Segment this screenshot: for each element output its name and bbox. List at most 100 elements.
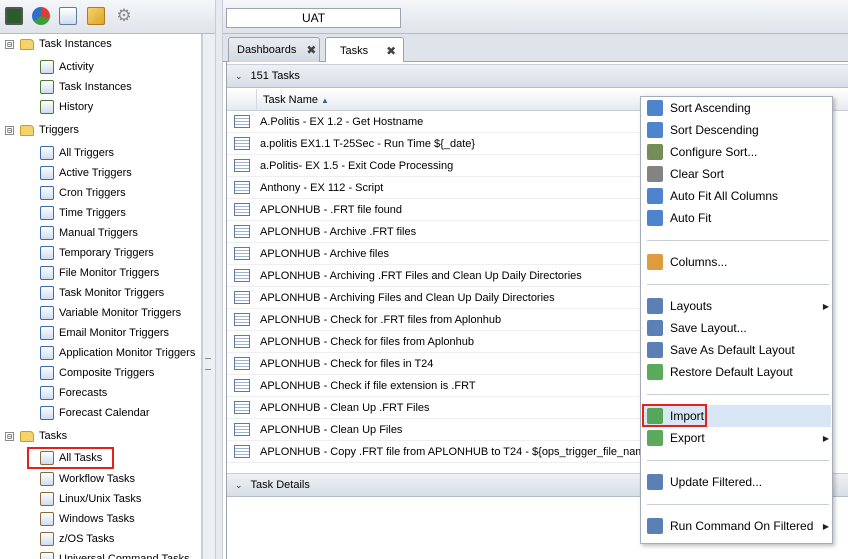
tree-item[interactable]: Activity [40, 57, 94, 77]
tree-item-icon [40, 60, 54, 74]
table-row[interactable]: APLONHUB - Archiving Files and Clean Up … [227, 287, 641, 309]
tree-item[interactable]: Time Triggers [40, 203, 126, 223]
menu-separator [647, 460, 829, 461]
task-name: APLONHUB - Copy .FRT file from APLONHUB … [260, 445, 641, 458]
table-row[interactable]: APLONHUB - Archive files [227, 243, 641, 265]
tree-item-label: Windows Tasks [59, 513, 135, 525]
table-row[interactable]: APLONHUB - Copy .FRT file from APLONHUB … [227, 441, 641, 463]
menu-item-sort-ascending[interactable]: Sort Ascending [643, 97, 831, 119]
collapse-toggle-icon[interactable]: ⊟ [5, 125, 14, 135]
tree-item[interactable]: All Triggers [40, 143, 114, 163]
tree-item[interactable]: Manual Triggers [40, 223, 138, 243]
menu-item-clear-sort[interactable]: Clear Sort [643, 163, 831, 185]
tree-item[interactable]: z/OS Tasks [40, 529, 114, 549]
tree-item-icon [40, 451, 54, 465]
gear-icon[interactable]: ⚙ [115, 7, 133, 25]
table-row[interactable]: APLONHUB - .FRT file found [227, 199, 641, 221]
close-icon[interactable]: ✖ [306, 43, 316, 57]
menu-item-auto-fit[interactable]: Auto Fit [643, 207, 831, 229]
tree-item-icon [40, 146, 54, 160]
table-row[interactable]: a.Politis- EX 1.5 - Exit Code Processing [227, 155, 641, 177]
folder-icon [20, 124, 34, 136]
run-command-icon [647, 518, 663, 534]
tree-group-2[interactable]: ⊟ Tasks [5, 426, 67, 446]
menu-item-save-default-layout[interactable]: Save As Default Layout [643, 339, 831, 361]
tree-item[interactable]: Task Monitor Triggers [40, 283, 164, 303]
tree-item[interactable]: File Monitor Triggers [40, 263, 159, 283]
table-row[interactable]: APLONHUB - Clean Up .FRT Files [227, 397, 641, 419]
menu-item-restore-default-layout[interactable]: Restore Default Layout [643, 361, 831, 383]
table-row[interactable]: APLONHUB - Check if file extension is .F… [227, 375, 641, 397]
menu-item-columns[interactable]: Columns... [643, 251, 831, 273]
table-row[interactable]: APLONHUB - Archiving .FRT Files and Clea… [227, 265, 641, 287]
tree-item[interactable]: Universal Command Tasks [40, 549, 190, 559]
table-row[interactable]: APLONHUB - Check for files in T24 [227, 353, 641, 375]
tree-item[interactable]: Forecast Calendar [40, 403, 150, 423]
tree-scrollbar[interactable] [202, 34, 215, 559]
submenu-arrow-icon: ▶ [822, 521, 829, 531]
list-header[interactable]: ⌄ 151 Tasks [227, 64, 848, 88]
bundle-icon[interactable] [87, 7, 105, 25]
menu-item-sort-descending[interactable]: Sort Descending [643, 119, 831, 141]
report-icon[interactable] [59, 7, 77, 25]
tab-tasks[interactable]: Tasks ✖ [325, 37, 404, 63]
menu-item-configure-sort[interactable]: Configure Sort... [643, 141, 831, 163]
collapse-caret-icon[interactable]: ⌄ [235, 480, 243, 491]
menu-item-update-filtered[interactable]: Update Filtered... [643, 471, 831, 493]
tree-item[interactable]: History [40, 97, 93, 117]
collapse-toggle-icon[interactable]: ⊟ [5, 39, 14, 49]
tree-item[interactable]: Task Instances [40, 77, 132, 97]
tree-item[interactable]: Forecasts [40, 383, 107, 403]
menu-item-run-command[interactable]: Run Command On Filtered ▶ [643, 515, 831, 537]
scrollbar-grip[interactable] [205, 358, 211, 370]
tree-item[interactable]: Workflow Tasks [40, 469, 135, 489]
table-row[interactable]: APLONHUB - Clean Up Files [227, 419, 641, 441]
menu-item-export[interactable]: Export ▶ [643, 427, 831, 449]
tree-item-label: Temporary Triggers [59, 247, 154, 259]
tree-item[interactable]: Temporary Triggers [40, 243, 154, 263]
table-row[interactable]: a.politis EX1.1 T-25Sec - Run Time ${_da… [227, 133, 641, 155]
dashboard-icon[interactable] [5, 7, 23, 25]
tree-item[interactable]: Linux/Unix Tasks [40, 489, 141, 509]
tree-item[interactable]: Composite Triggers [40, 363, 154, 383]
submenu-arrow-icon: ▶ [822, 301, 829, 311]
tree-item[interactable]: Active Triggers [40, 163, 132, 183]
menu-item-label: Sort Ascending [670, 101, 751, 115]
tree-item[interactable]: Windows Tasks [40, 509, 135, 529]
menu-item-label: Export [670, 431, 705, 445]
tree-item[interactable]: Variable Monitor Triggers [40, 303, 181, 323]
collapse-toggle-icon[interactable]: ⊟ [5, 431, 14, 441]
tree-group-1[interactable]: ⊟ Triggers [5, 120, 79, 140]
tree-item-label: All Tasks [59, 452, 103, 464]
tree-item[interactable]: Application Monitor Triggers [40, 343, 195, 363]
layouts-icon [647, 298, 663, 314]
column-title: Task Name [263, 94, 319, 106]
restore-default-layout-icon [647, 364, 663, 380]
columns-icon [647, 254, 663, 270]
auto-fit-all-icon [647, 188, 663, 204]
tree-item-label: Variable Monitor Triggers [59, 307, 182, 319]
task-icon [234, 181, 250, 194]
menu-item-layouts[interactable]: Layouts ▶ [643, 295, 831, 317]
tree-item-icon [40, 306, 54, 320]
collapse-caret-icon[interactable]: ⌄ [235, 71, 243, 82]
tab-dashboards[interactable]: Dashboards ✖ [228, 37, 320, 62]
menu-item-label: Columns... [670, 255, 728, 269]
table-row[interactable]: APLONHUB - Archive .FRT files [227, 221, 641, 243]
tree-item-icon [40, 186, 54, 200]
table-row[interactable]: APLONHUB - Check for files from Aplonhub [227, 331, 641, 353]
table-row[interactable]: APLONHUB - Check for .FRT files from Apl… [227, 309, 641, 331]
panel-splitter[interactable] [215, 0, 223, 559]
menu-item-save-layout[interactable]: Save Layout... [643, 317, 831, 339]
table-row[interactable]: A.Politis - EX 1.2 - Get Hostname [227, 111, 641, 133]
table-row[interactable]: Anthony - EX 112 - Script [227, 177, 641, 199]
tree-item[interactable]: Email Monitor Triggers [40, 323, 169, 343]
menu-item-auto-fit-all[interactable]: Auto Fit All Columns [643, 185, 831, 207]
tree-group-0[interactable]: ⊟ Task Instances [5, 34, 112, 54]
tree-item-label: Time Triggers [59, 207, 126, 219]
pie-chart-icon[interactable] [32, 7, 50, 25]
tree-item[interactable]: Cron Triggers [40, 183, 126, 203]
tree-item[interactable]: All Tasks [27, 447, 115, 469]
column-header-task-name[interactable]: Task Name ▲ [256, 89, 641, 111]
close-icon[interactable]: ✖ [386, 44, 396, 58]
